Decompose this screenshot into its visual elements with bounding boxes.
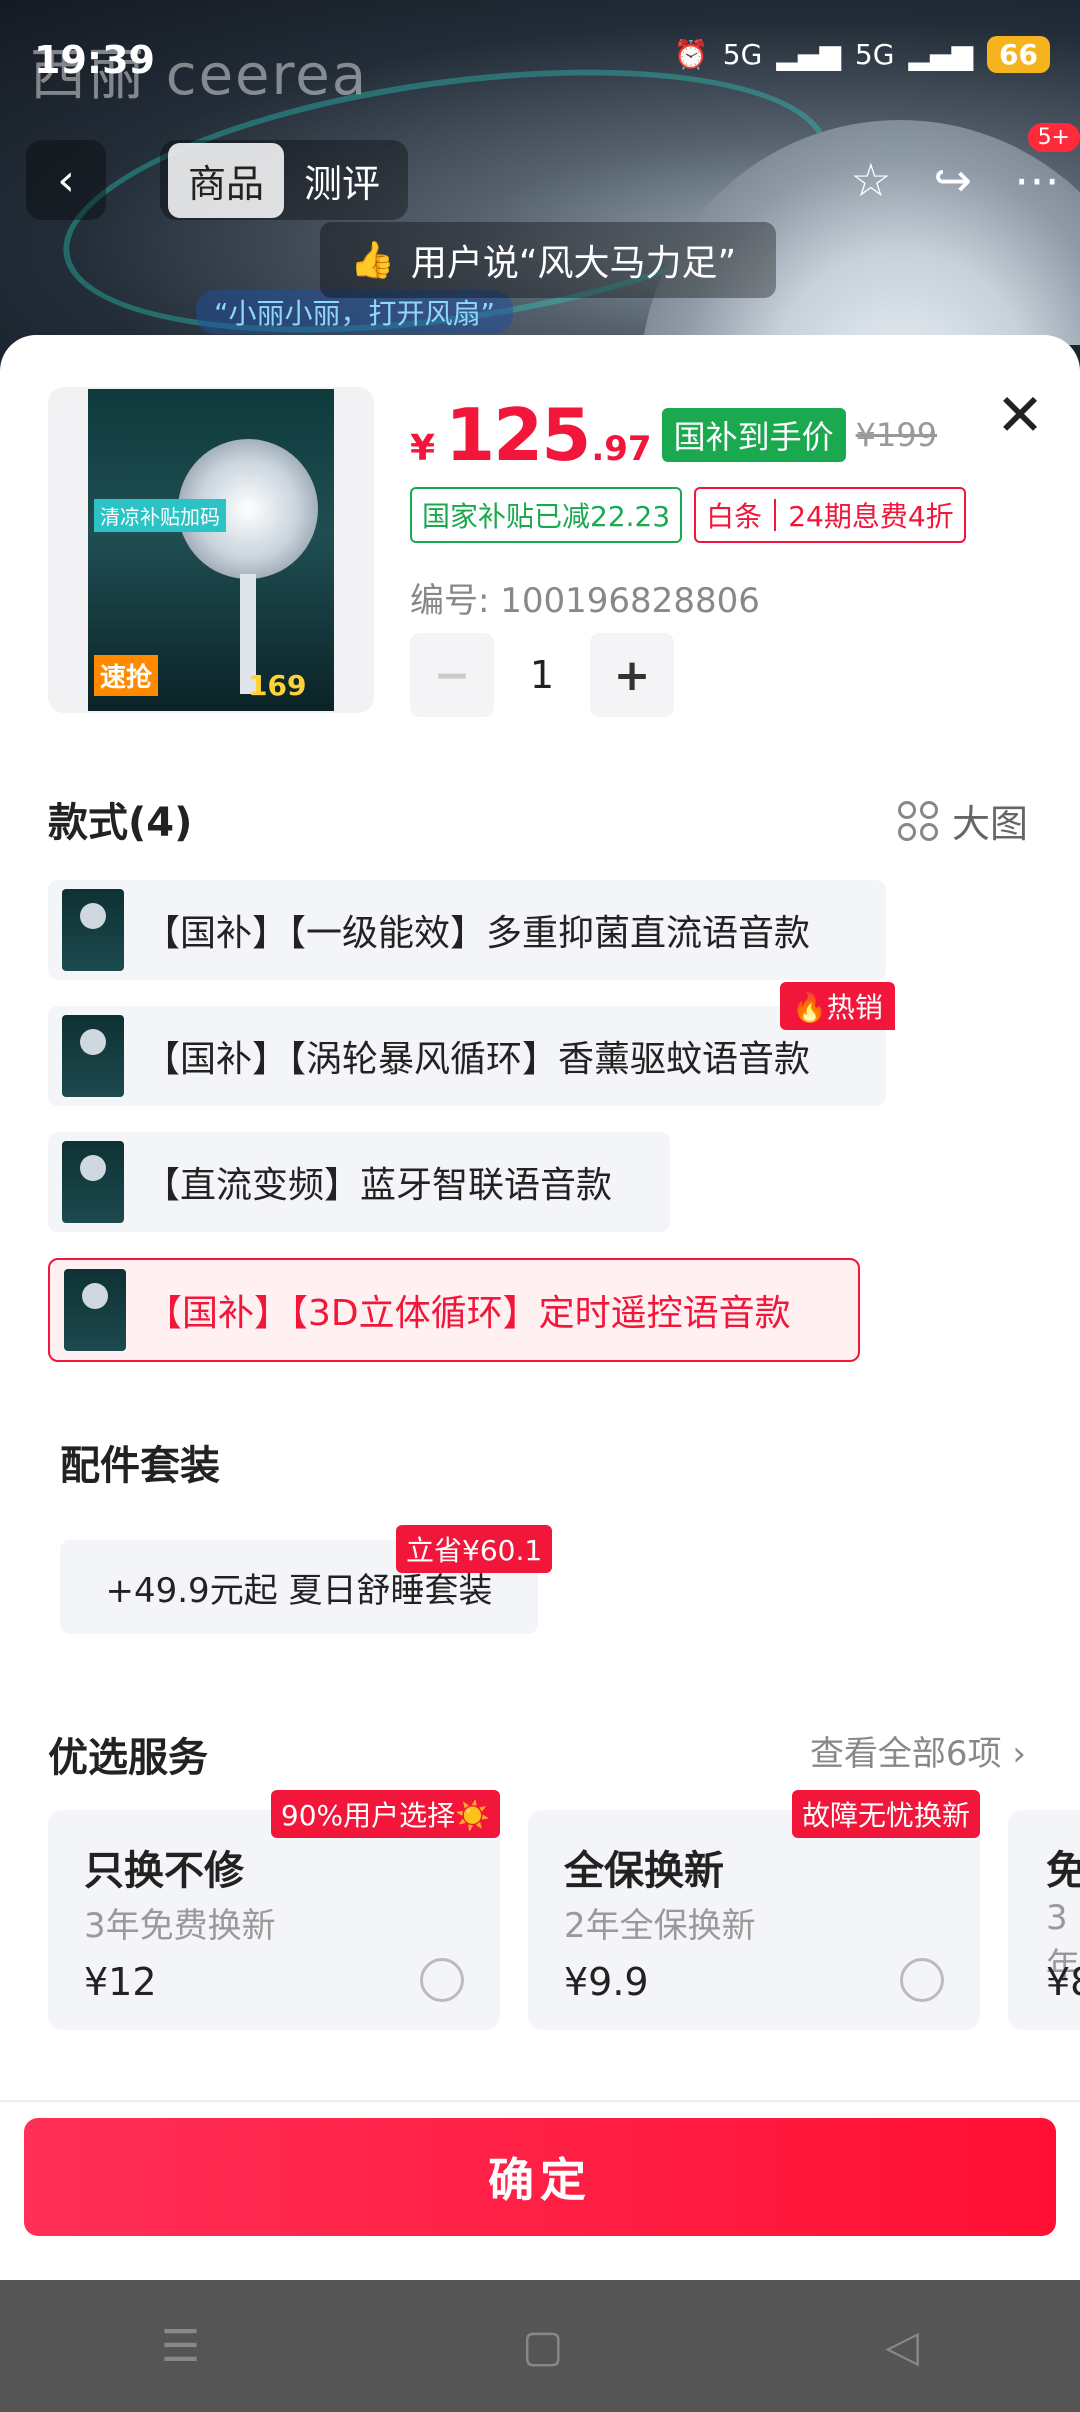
close-icon: ✕ bbox=[995, 381, 1045, 449]
view-all-services-link[interactable]: 查看全部6项 › bbox=[810, 1726, 1026, 1775]
product-thumbnail[interactable]: 清凉补贴加码 速抢 169 bbox=[48, 387, 374, 713]
battery-level: 66 bbox=[987, 36, 1050, 73]
status-bar: 19:39 ⏰ 5G ▂▄▆ 5G ▂▄▆ 66 bbox=[0, 0, 1080, 120]
review-banner-text: 用户说“风大马力足” bbox=[410, 243, 737, 284]
service-badge: 90%用户选择☀️ bbox=[270, 1790, 500, 1838]
status-icons: ⏰ 5G ▂▄▆ 5G ▂▄▆ 66 bbox=[674, 36, 1050, 73]
savings-badge: 立省¥60.1 bbox=[396, 1525, 553, 1573]
tab-product[interactable]: 商品 bbox=[168, 142, 285, 218]
back-button[interactable]: ‹ bbox=[26, 140, 106, 220]
variant-option-3[interactable]: 【直流变频】蓝牙智联语音款 bbox=[48, 1132, 670, 1232]
user-review-banner[interactable]: 👍 用户说“风大马力足” bbox=[320, 222, 777, 298]
more-dots-icon: ⋯ bbox=[1014, 153, 1060, 207]
promo-tags: 国家补贴已减22.23 白条 24期息费4折 bbox=[410, 487, 966, 543]
variant-thumbnail bbox=[62, 1141, 124, 1223]
plus-icon: + bbox=[613, 649, 651, 701]
service-price: ¥8 bbox=[1046, 1960, 1080, 2004]
variant-label: 【国补】【涡轮暴风循环】香薰驱蚊语音款 bbox=[144, 1039, 811, 1080]
service-card-2[interactable]: 故障无忧换新 全保换新 2年全保换新 ¥9.9 bbox=[528, 1790, 980, 2030]
service-desc: 2年全保换新 bbox=[564, 1906, 756, 1946]
big-view-label: 大图 bbox=[951, 802, 1028, 846]
chevron-left-icon: ‹ bbox=[57, 154, 75, 206]
favorite-star-icon[interactable]: ☆ bbox=[850, 153, 891, 207]
decrease-quantity-button[interactable]: − bbox=[410, 633, 494, 717]
fire-icon: 🔥 bbox=[792, 991, 827, 1024]
signal-5g-label: 5G bbox=[722, 38, 763, 71]
service-price: ¥12 bbox=[84, 1960, 157, 2004]
original-price: ¥199 bbox=[855, 416, 938, 454]
service-badge: 故障无忧换新 bbox=[791, 1790, 980, 1838]
subsidy-price-tag: 国补到手价 bbox=[661, 408, 846, 462]
signal-bars-icon-2: ▂▄▆ bbox=[908, 38, 974, 71]
minus-icon: − bbox=[433, 649, 471, 701]
home-nav-icon[interactable]: ▢ bbox=[522, 2321, 564, 2372]
styles-section-title: 款式(4) bbox=[48, 800, 193, 846]
baitiao-tag[interactable]: 白条 24期息费4折 bbox=[694, 487, 966, 543]
service-name: 免 bbox=[1046, 1848, 1080, 1894]
image-promo-tag: 清凉补贴加码 bbox=[94, 499, 226, 532]
service-radio[interactable] bbox=[420, 1958, 464, 2002]
variant-option-1[interactable]: 【国补】【一级能效】多重抑菌直流语音款 bbox=[48, 880, 886, 980]
quantity-value: 1 bbox=[529, 653, 555, 697]
service-radio[interactable] bbox=[900, 1958, 944, 2002]
tab-review[interactable]: 测评 bbox=[284, 143, 400, 218]
increase-quantity-button[interactable]: + bbox=[590, 633, 674, 717]
price-currency: ¥ bbox=[410, 428, 436, 469]
nav-actions: ☆ ↪ ⋯ 5+ bbox=[850, 123, 1080, 220]
big-view-toggle[interactable]: 大图 bbox=[897, 793, 1028, 848]
price-decimal: .97 bbox=[591, 429, 652, 469]
service-card-3-partial[interactable]: 免 3年 ¥8 bbox=[1008, 1810, 1080, 2030]
variant-thumbnail bbox=[62, 889, 124, 971]
image-price-tag: 169 bbox=[248, 669, 307, 702]
hot-sale-badge: 🔥热销 bbox=[780, 982, 895, 1030]
message-count-badge: 5+ bbox=[1027, 123, 1080, 152]
accessories-section-title: 配件套装 bbox=[60, 1443, 220, 1489]
variant-option-4-selected[interactable]: 【国补】【3D立体循环】定时遥控语音款 bbox=[48, 1258, 860, 1362]
share-icon[interactable]: ↪ bbox=[933, 153, 972, 207]
confirm-button[interactable]: 确定 bbox=[24, 2118, 1056, 2236]
variant-label: 【国补】【一级能效】多重抑菌直流语音款 bbox=[144, 913, 811, 954]
chevron-right-icon: › bbox=[1012, 1734, 1026, 1774]
subsidy-reduced-tag: 国家补贴已减22.23 bbox=[410, 487, 683, 543]
service-desc: 3年免费换新 bbox=[84, 1906, 276, 1946]
service-name: 只换不修 bbox=[84, 1848, 244, 1894]
variant-thumbnail bbox=[64, 1269, 126, 1351]
tag-divider bbox=[774, 499, 777, 531]
menu-nav-icon[interactable]: ☰ bbox=[161, 2321, 200, 2372]
tab-group: 商品 测评 bbox=[160, 140, 409, 220]
grid-view-icon bbox=[897, 800, 938, 841]
quantity-stepper: − 1 + bbox=[410, 633, 674, 717]
baitiao-offer: 24期息费4折 bbox=[788, 500, 954, 533]
variant-label: 【直流变频】蓝牙智联语音款 bbox=[144, 1165, 613, 1206]
top-nav-bar: ‹ 商品 测评 ☆ ↪ ⋯ 5+ bbox=[0, 123, 1080, 220]
signal-5g-label-2: 5G bbox=[854, 38, 895, 71]
price-row: ¥ 125 .97 国补到手价 ¥199 bbox=[410, 393, 937, 477]
alarm-icon: ⏰ bbox=[673, 38, 709, 71]
system-navigation-bar: ☰ ▢ ◁ bbox=[0, 2280, 1080, 2412]
signal-bars-icon: ▂▄▆ bbox=[776, 38, 841, 71]
footer-divider bbox=[0, 2100, 1080, 2102]
service-card-1[interactable]: 90%用户选择☀️ 只换不修 3年免费换新 ¥12 bbox=[48, 1790, 500, 2030]
product-image: 清凉补贴加码 速抢 169 bbox=[88, 389, 334, 711]
view-all-label: 查看全部6项 bbox=[809, 1734, 1002, 1774]
sku-number: 编号: 100196828806 bbox=[410, 581, 760, 621]
baitiao-label: 白条 bbox=[706, 500, 763, 533]
service-price: ¥9.9 bbox=[564, 1960, 649, 2004]
variant-label: 【国补】【3D立体循环】定时遥控语音款 bbox=[146, 1293, 791, 1334]
services-section-title: 优选服务 bbox=[48, 1735, 208, 1781]
back-nav-icon[interactable]: ◁ bbox=[885, 2321, 919, 2372]
price-integer: 125 bbox=[445, 393, 591, 477]
service-name: 全保换新 bbox=[564, 1848, 724, 1894]
variant-thumbnail bbox=[62, 1015, 124, 1097]
hot-sale-label: 热销 bbox=[826, 991, 883, 1024]
image-rush-tag: 速抢 bbox=[94, 655, 159, 696]
close-button[interactable]: ✕ bbox=[990, 385, 1050, 445]
status-time: 19:39 bbox=[34, 38, 155, 82]
more-menu-button[interactable]: ⋯ 5+ bbox=[1014, 123, 1080, 207]
variant-option-2[interactable]: 【国补】【涡轮暴风循环】香薰驱蚊语音款 bbox=[48, 1006, 886, 1106]
thumbs-up-icon: 👍 bbox=[350, 240, 395, 281]
